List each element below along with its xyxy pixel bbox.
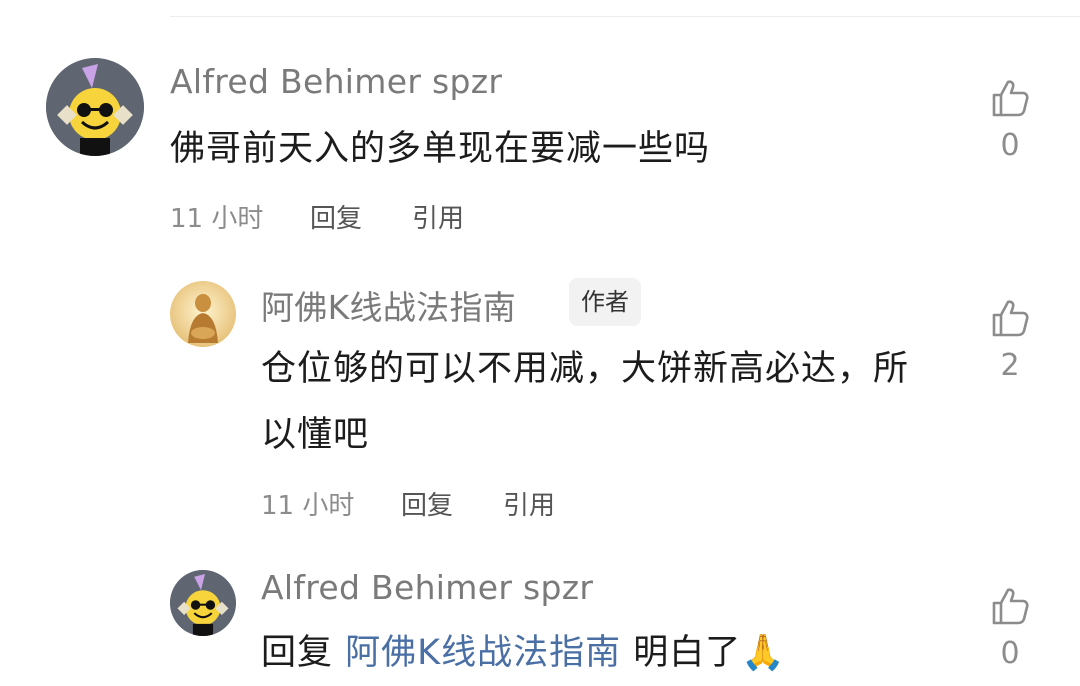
reply-button[interactable]: 回复	[401, 485, 453, 522]
thumbs-up-icon	[992, 588, 1029, 625]
comment-author[interactable]: Alfred Behimer spzr	[261, 568, 593, 607]
quote-button[interactable]: 引用	[503, 485, 555, 522]
reply-mention[interactable]: 阿佛K线战法指南	[345, 633, 621, 673]
quote-button[interactable]: 引用	[412, 198, 464, 235]
like-count: 0	[1000, 128, 1020, 163]
avatar[interactable]	[46, 58, 144, 156]
thumbs-up-icon	[992, 300, 1029, 337]
comment-text: 仓位够的可以不用减，大饼新高必达，所 以懂吧	[261, 336, 961, 468]
thumbs-up-icon	[992, 80, 1029, 117]
comment-author[interactable]: 阿佛K线战法指南	[261, 281, 516, 329]
author-badge: 作者	[569, 278, 641, 326]
comment-text-line: 以懂吧	[261, 415, 370, 455]
top-divider	[170, 16, 1080, 17]
comment-time: 11 小时	[170, 204, 264, 234]
avatar[interactable]	[170, 281, 236, 347]
comment-text-line: 仓位够的可以不用减，大饼新高必达，所	[261, 349, 910, 389]
reply-button[interactable]: 回复	[310, 198, 362, 235]
comment-text: 佛哥前天入的多单现在要减一些吗	[170, 129, 711, 169]
avatar[interactable]	[170, 570, 236, 636]
like-count: 0	[1000, 636, 1020, 671]
like-button[interactable]: 0	[980, 586, 1040, 671]
comment-time: 11 小时	[261, 491, 355, 521]
reply-body: 明白了🙏	[633, 633, 786, 673]
like-count: 2	[1000, 348, 1020, 383]
reply-prefix: 回复	[261, 633, 334, 673]
comment-text: 回复 阿佛K线战法指南 明白了🙏	[261, 620, 786, 686]
like-button[interactable]: 2	[980, 298, 1040, 383]
comment-meta: 11 小时 回复 引用	[170, 198, 464, 235]
comment-author[interactable]: Alfred Behimer spzr	[170, 62, 502, 101]
like-button[interactable]: 0	[980, 78, 1040, 163]
comment-meta: 11 小时 回复 引用	[261, 485, 555, 522]
